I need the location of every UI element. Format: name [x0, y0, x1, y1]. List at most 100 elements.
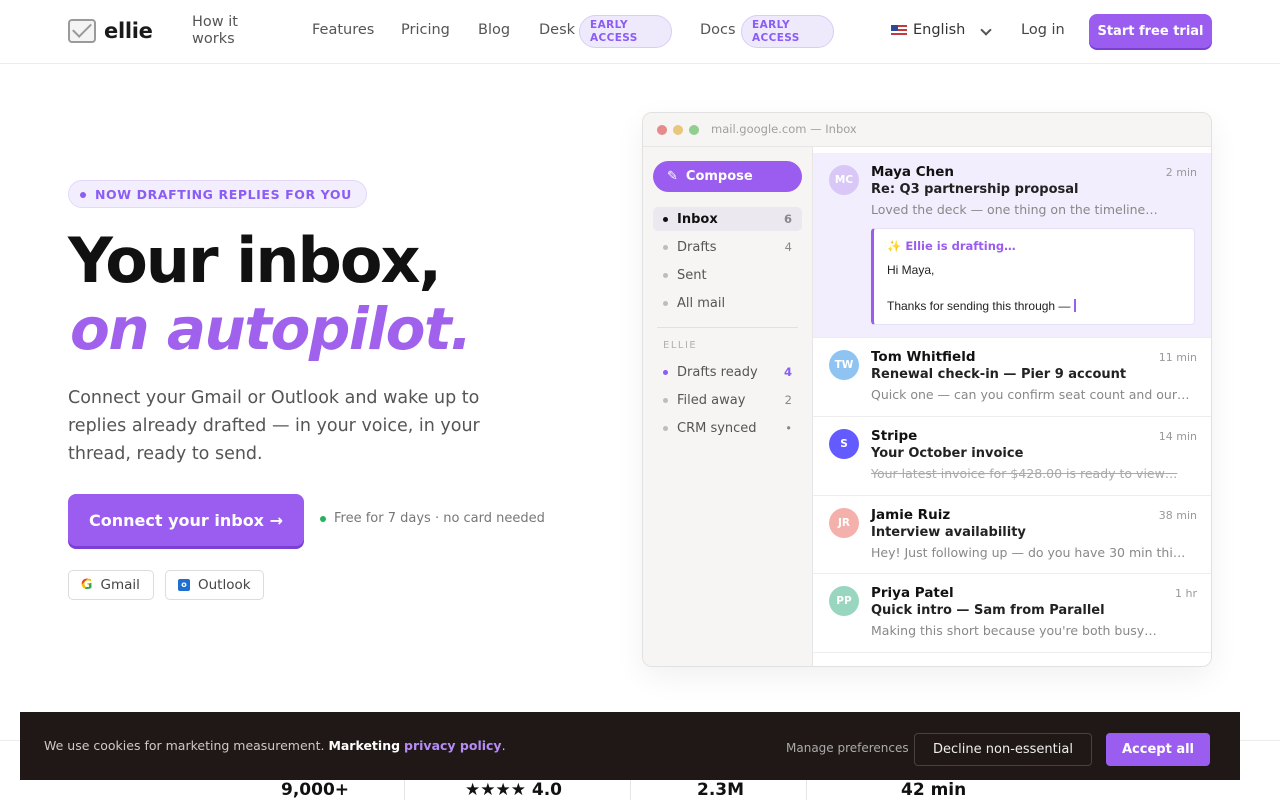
folder-label: Sent: [677, 267, 707, 283]
hero-title-line2: on autopilot.: [70, 295, 472, 363]
connect-inbox-button[interactable]: Connect your inbox →: [68, 494, 304, 546]
ellie-section-label: ELLIE: [663, 340, 698, 351]
folder-dot-icon: [663, 397, 668, 403]
nav-how-it-works[interactable]: How it works: [192, 14, 262, 48]
message-sender: Priya Patel: [871, 585, 954, 601]
folder-dot-icon: [663, 244, 668, 250]
start-free-trial-button[interactable]: Start free trial: [1089, 14, 1212, 48]
logo[interactable]: ellie: [68, 19, 153, 43]
draft-body-text: Thanks for sending this through —: [887, 299, 1071, 313]
cookie-banner: We use cookies for marketing measurement…: [20, 712, 1240, 780]
message-list: MC Maya Chen 2 min Re: Q3 partnership pr…: [813, 147, 1211, 666]
decline-non-essential-button[interactable]: Decline non-essential: [914, 733, 1092, 766]
folder-dot-icon: [663, 216, 668, 222]
outlook-label: Outlook: [198, 577, 251, 593]
login-link[interactable]: Log in: [1021, 22, 1065, 38]
message-sender: Jamie Ruiz: [871, 507, 951, 523]
hero-subtitle: Connect your Gmail or Outlook and wake u…: [68, 388, 480, 464]
nav-pricing[interactable]: Pricing: [401, 22, 450, 38]
folder-label: Drafts: [677, 239, 717, 255]
cookie-text: We use cookies for marketing measurement…: [44, 738, 325, 753]
folder-drafts-ready[interactable]: Drafts ready 4: [653, 360, 802, 384]
nav-features[interactable]: Features: [312, 22, 374, 38]
folder-label: All mail: [677, 295, 726, 311]
folder-label: Inbox: [677, 211, 718, 227]
message-row[interactable]: TW Tom Whitfield 11 min Renewal check-in…: [813, 338, 1211, 417]
avatar: JR: [829, 508, 859, 538]
status-dot-icon: [320, 515, 326, 522]
outlook-button[interactable]: o Outlook: [165, 570, 264, 600]
message-subject: Renewal check-in — Pier 9 account: [871, 367, 1127, 382]
inbox-mockup: mail.google.com — Inbox ✎ Compose Inbox …: [642, 112, 1212, 667]
avatar: PP: [829, 586, 859, 616]
window-maximize-dot: [689, 125, 699, 135]
folder-count: •: [785, 421, 792, 435]
manage-preferences-link[interactable]: Manage preferences: [786, 741, 909, 755]
window-url: mail.google.com — Inbox: [711, 122, 857, 136]
message-preview: Hey! Just following up — do you have 30 …: [871, 545, 1191, 560]
stat-time-saved: 42 min: [901, 780, 967, 800]
stat-rating: ★★★★ 4.0: [465, 780, 562, 800]
stat-users: 9,000+: [281, 780, 350, 800]
free-trial-text: Free for 7 days · no card needed: [334, 511, 545, 526]
message-preview: Your latest invoice for $428.00 is ready…: [871, 466, 1178, 481]
message-subject: Interview availability: [871, 525, 1026, 540]
folder-all-mail[interactable]: All mail: [653, 291, 802, 315]
cookie-period: .: [501, 738, 506, 753]
message-subject: Re: Q3 partnership proposal: [871, 182, 1079, 197]
folder-count: 2: [784, 393, 792, 407]
window-close-dot: [657, 125, 667, 135]
accept-all-button[interactable]: Accept all: [1106, 733, 1210, 766]
nav-desk[interactable]: Desk: [539, 22, 575, 38]
folder-label: Filed away: [677, 392, 746, 408]
message-row[interactable]: MC Maya Chen 2 min Re: Q3 partnership pr…: [813, 153, 1211, 338]
message-row[interactable]: JR Jamie Ruiz 38 min Interview availabil…: [813, 496, 1211, 574]
message-sender: Maya Chen: [871, 164, 955, 180]
folder-inbox[interactable]: Inbox 6: [653, 207, 802, 231]
stat-divider: [630, 780, 631, 800]
message-row[interactable]: PP Priya Patel 1 hr Quick intro — Sam fr…: [813, 574, 1211, 653]
compose-button[interactable]: ✎ Compose: [653, 161, 802, 192]
folder-label: CRM synced: [677, 420, 757, 436]
compose-label: Compose: [685, 169, 753, 184]
message-subject: Quick intro — Sam from Parallel: [871, 603, 1105, 618]
early-access-badge-desk: EARLY ACCESS: [579, 15, 672, 48]
stat-drafts: 2.3M: [697, 780, 745, 800]
message-time: 14 min: [1158, 430, 1197, 443]
folder-count: 6: [783, 212, 792, 226]
folder-drafts[interactable]: Drafts 4: [653, 235, 802, 259]
early-access-badge-docs: EARLY ACCESS: [741, 15, 834, 48]
gmail-button[interactable]: G Gmail: [68, 570, 154, 600]
folder-sent[interactable]: Sent: [653, 263, 802, 287]
message-sender: Stripe: [871, 428, 918, 444]
folder-dot-icon: [663, 272, 668, 278]
nav-docs[interactable]: Docs: [700, 22, 736, 38]
folder-filed-away[interactable]: Filed away 2: [653, 388, 802, 412]
message-sender: Tom Whitfield: [871, 349, 976, 365]
chevron-down-icon[interactable]: [980, 24, 992, 36]
text-caret: [1074, 299, 1077, 312]
message-preview: Making this short because you're both bu…: [871, 623, 1157, 638]
avatar: S: [829, 429, 859, 459]
folder-count: 4: [784, 240, 792, 254]
google-icon: G: [81, 577, 93, 593]
top-nav: ellie How it works Features Pricing Blog…: [0, 0, 1280, 64]
message-row[interactable]: S Stripe 14 min Your October invoice You…: [813, 417, 1211, 496]
hero-title-line1: Your inbox,: [68, 224, 442, 297]
stat-divider: [806, 780, 807, 800]
mail-sidebar: ✎ Compose Inbox 6 Drafts 4 Sent All mail…: [643, 147, 813, 666]
stat-divider: [404, 780, 405, 800]
language-selector[interactable]: English: [891, 22, 965, 38]
free-trial-note: Free for 7 days · no card needed: [320, 511, 545, 526]
nav-blog[interactable]: Blog: [478, 22, 510, 38]
folder-label: Drafts ready: [677, 364, 758, 380]
envelope-icon: [68, 19, 96, 43]
us-flag-icon: [891, 24, 907, 36]
logo-text: ellie: [104, 19, 153, 43]
ellie-draft-card[interactable]: ✨ Ellie is drafting… Hi Maya, Thanks for…: [871, 228, 1195, 325]
privacy-policy-link[interactable]: privacy policy: [404, 738, 502, 753]
draft-status: ✨ Ellie is drafting…: [887, 239, 1016, 253]
folder-dot-icon: [663, 369, 668, 375]
avatar: MC: [829, 165, 859, 195]
folder-crm-synced[interactable]: CRM synced •: [653, 416, 802, 440]
